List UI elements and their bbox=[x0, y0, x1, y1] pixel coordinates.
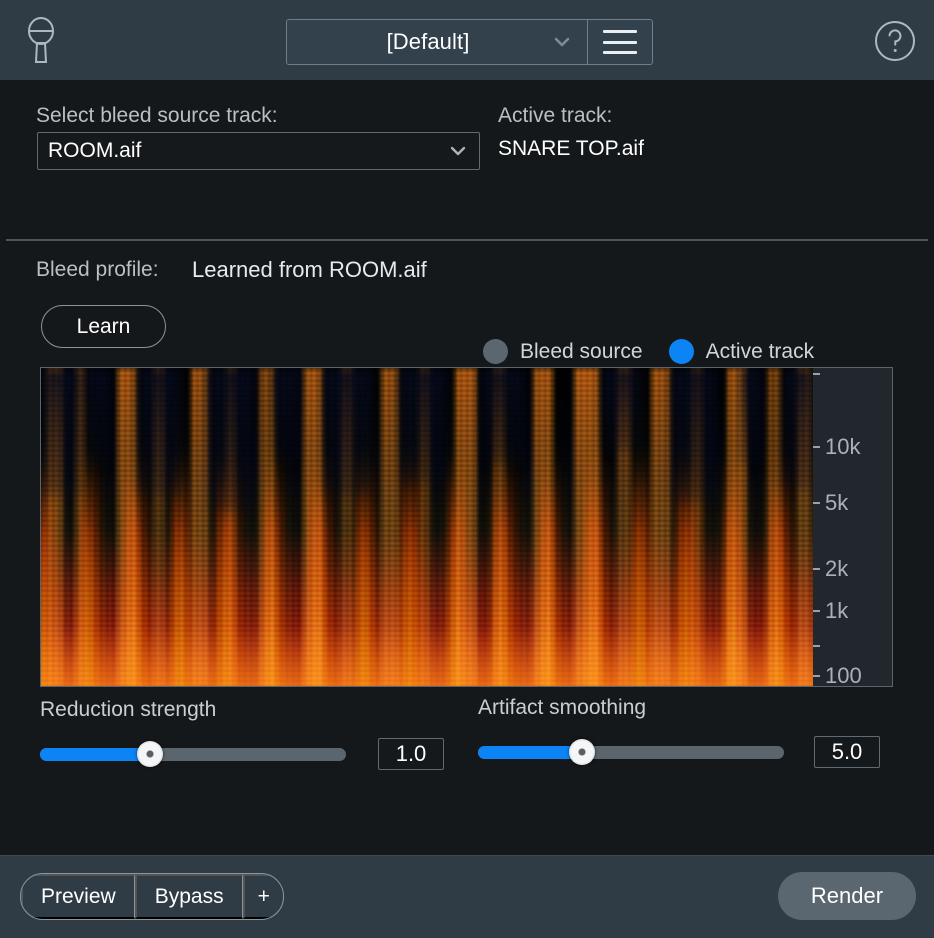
track-selection-section: Select bleed source track: ROOM.aif Acti… bbox=[0, 80, 934, 239]
slider-fill bbox=[40, 747, 151, 761]
header-bar: [Default] bbox=[0, 0, 934, 80]
tick-mark bbox=[813, 675, 820, 678]
tick-label: 5k bbox=[825, 489, 849, 515]
preview-button[interactable]: Preview bbox=[21, 874, 135, 919]
spectrogram-texture bbox=[41, 368, 813, 686]
plugin-window: [Default] Select bleed source track: ROO… bbox=[0, 0, 934, 938]
tick-mark bbox=[813, 609, 820, 612]
freq-tick: 10k bbox=[813, 433, 861, 459]
footer-bar: Preview Bypass + Render bbox=[0, 855, 934, 938]
reduction-strength-slider[interactable] bbox=[40, 741, 346, 767]
preset-bar: [Default] bbox=[286, 19, 653, 65]
bleed-source-select[interactable]: ROOM.aif bbox=[37, 132, 480, 170]
spectrogram-canvas bbox=[41, 368, 813, 686]
spectrogram-legend: Bleed source Active track bbox=[483, 339, 814, 364]
help-icon[interactable] bbox=[874, 20, 916, 62]
learn-button[interactable]: Learn bbox=[41, 305, 166, 348]
slider-fill bbox=[478, 745, 583, 759]
section-divider bbox=[6, 239, 928, 241]
bleed-source-color-dot bbox=[483, 339, 508, 364]
bypass-button[interactable]: Bypass bbox=[134, 874, 243, 919]
tick-mark bbox=[813, 568, 820, 571]
tick-mark bbox=[813, 445, 820, 448]
bleed-source-value: ROOM.aif bbox=[48, 139, 142, 162]
preset-dropdown[interactable]: [Default] bbox=[287, 20, 587, 64]
tick-label: 1k bbox=[825, 597, 849, 623]
freq-tick bbox=[813, 645, 825, 648]
reduction-strength-label: Reduction strength bbox=[40, 698, 217, 721]
active-track-label: Active track: bbox=[498, 104, 613, 127]
chevron-down-icon bbox=[551, 31, 573, 53]
bleed-profile-label: Bleed profile: bbox=[36, 258, 159, 281]
tick-mark bbox=[813, 373, 820, 376]
slider-thumb[interactable] bbox=[569, 739, 596, 765]
tick-label: 2k bbox=[825, 556, 849, 582]
hamburger-menu-icon bbox=[603, 30, 637, 54]
tick-label: 100 bbox=[825, 663, 862, 687]
preset-value: [Default] bbox=[386, 29, 470, 54]
artifact-smoothing-row: 5.0 bbox=[478, 736, 880, 768]
main-body: Select bleed source track: ROOM.aif Acti… bbox=[0, 80, 934, 855]
add-button[interactable]: + bbox=[242, 874, 283, 919]
active-track-color-dot bbox=[668, 339, 694, 364]
legend-item-active-track[interactable]: Active track bbox=[668, 339, 815, 364]
reduction-strength-value[interactable]: 1.0 bbox=[378, 738, 444, 770]
microphone-icon[interactable] bbox=[24, 16, 58, 64]
chevron-down-icon bbox=[447, 140, 469, 162]
preset-menu-button[interactable] bbox=[587, 20, 652, 64]
reduction-strength-row: 1.0 bbox=[40, 738, 444, 770]
transport-button-group: Preview Bypass + bbox=[20, 873, 284, 920]
legend-item-bleed-source[interactable]: Bleed source bbox=[483, 339, 643, 364]
artifact-smoothing-value[interactable]: 5.0 bbox=[814, 736, 880, 768]
tick-label: 10k bbox=[825, 433, 861, 459]
freq-tick: 2k bbox=[813, 558, 848, 580]
freq-tick: 100 bbox=[813, 663, 862, 687]
freq-tick: 1k bbox=[813, 597, 849, 623]
legend-label-bleed-source: Bleed source bbox=[520, 339, 643, 363]
tick-mark bbox=[813, 501, 820, 504]
frequency-axis: 10k 5k 2k 1k 100 bbox=[813, 368, 892, 686]
artifact-smoothing-slider[interactable] bbox=[478, 739, 784, 765]
bleed-source-label: Select bleed source track: bbox=[36, 104, 278, 127]
freq-tick: 5k bbox=[813, 489, 849, 515]
active-track-value: SNARE TOP.aif bbox=[498, 137, 644, 160]
render-button[interactable]: Render bbox=[778, 872, 916, 920]
legend-label-active-track: Active track bbox=[705, 339, 815, 363]
spectrogram-panel[interactable]: 10k 5k 2k 1k 100 bbox=[40, 367, 893, 687]
artifact-smoothing-label: Artifact smoothing bbox=[478, 696, 647, 719]
bleed-profile-value: Learned from ROOM.aif bbox=[192, 257, 427, 282]
freq-tick bbox=[813, 373, 825, 376]
tick-mark bbox=[813, 645, 820, 648]
slider-thumb[interactable] bbox=[137, 741, 164, 767]
